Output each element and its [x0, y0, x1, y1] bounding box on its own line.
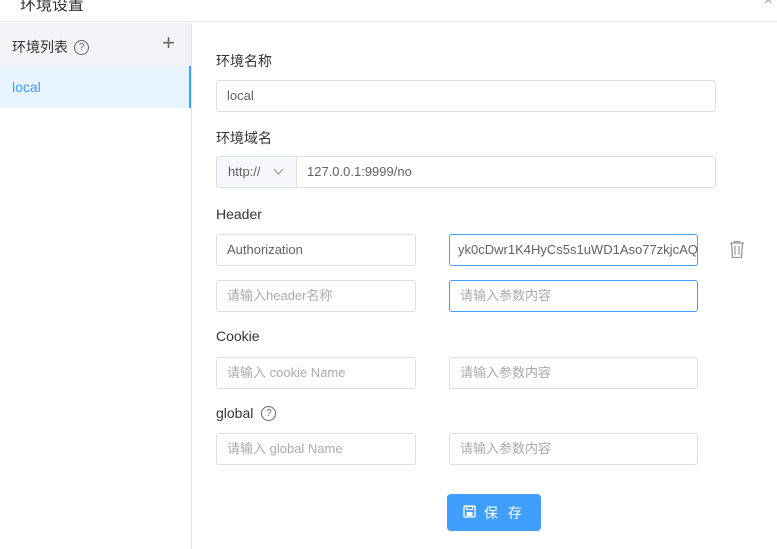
dialog-titlebar: 环境设置 ×: [0, 0, 777, 22]
sidebar-title: 环境列表: [12, 39, 68, 55]
environment-settings-window: 环境设置 × 环境列表 ? + local 环境名称 local 环境域名 ht…: [0, 0, 777, 549]
sidebar-item-label: local: [12, 79, 41, 95]
header-key-input[interactable]: Authorization: [216, 234, 416, 266]
protocol-select[interactable]: http://: [216, 156, 296, 188]
sidebar-item-local[interactable]: local: [0, 66, 191, 108]
close-icon[interactable]: ×: [764, 0, 773, 10]
save-icon: [463, 504, 476, 521]
help-icon[interactable]: ?: [74, 39, 89, 55]
env-domain-label: 环境域名: [216, 130, 272, 146]
add-environment-button[interactable]: +: [162, 31, 175, 55]
global-label-group: global ?: [216, 405, 277, 421]
header-value-input[interactable]: yk0cDwr1K4HyCs5s1uWD1Aso77zkjcAQ: [449, 234, 698, 266]
header-value-placeholder-input[interactable]: 请输入参数内容: [449, 280, 698, 312]
header-label: Header: [216, 206, 262, 222]
header-key-placeholder-input[interactable]: 请输入header名称: [216, 280, 416, 312]
sidebar-header: 环境列表 ? +: [0, 23, 191, 66]
help-icon[interactable]: ?: [261, 405, 277, 421]
cookie-value-input[interactable]: 请输入参数内容: [449, 357, 698, 389]
cookie-label: Cookie: [216, 328, 260, 344]
protocol-value: http://: [228, 164, 261, 179]
global-value-input[interactable]: 请输入参数内容: [449, 433, 698, 465]
env-name-label: 环境名称: [216, 53, 272, 69]
sidebar-title-group: 环境列表 ?: [12, 37, 89, 57]
global-label: global: [216, 405, 254, 421]
save-button[interactable]: 保 存: [447, 494, 541, 531]
env-name-input[interactable]: local: [216, 80, 716, 112]
delete-header-icon[interactable]: [728, 239, 746, 259]
global-key-input[interactable]: 请输入 global Name: [216, 433, 416, 465]
save-label: 保 存: [484, 504, 525, 521]
chevron-down-icon: [273, 157, 284, 199]
environment-sidebar: 环境列表 ? + local: [0, 23, 192, 549]
dialog-title: 环境设置: [20, 0, 85, 14]
env-domain-input[interactable]: 127.0.0.1:9999/no: [296, 156, 716, 188]
cookie-key-input[interactable]: 请输入 cookie Name: [216, 357, 416, 389]
